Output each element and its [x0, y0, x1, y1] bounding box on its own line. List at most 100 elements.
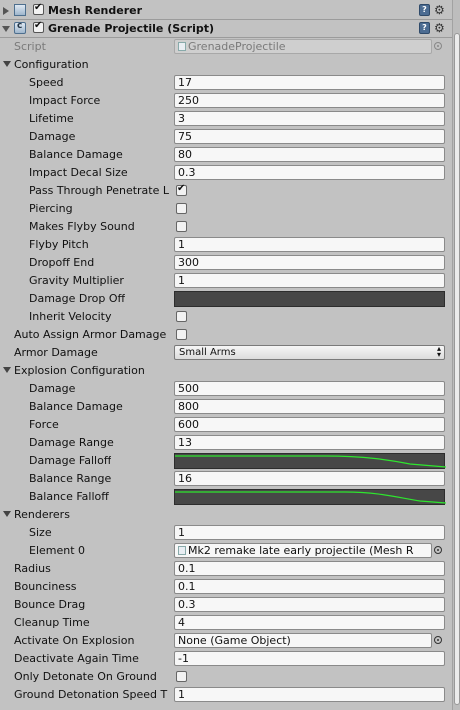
- gear-icon[interactable]: ⚙: [434, 3, 445, 17]
- makes-flyby-sound-row: Makes Flyby Sound: [0, 218, 452, 236]
- bounciness-field[interactable]: 0.1: [174, 579, 445, 594]
- damage-drop-off-row: Damage Drop Off: [0, 290, 452, 308]
- flyby-pitch-field[interactable]: 1: [174, 237, 445, 252]
- impact-decal-size-field[interactable]: 0.3: [174, 165, 445, 180]
- damage-drop-off-curve[interactable]: [174, 291, 445, 307]
- armor-damage-dropdown[interactable]: Small Arms ▴ ▾: [174, 345, 445, 360]
- renderers-label: Renderers: [14, 508, 70, 521]
- foldout-expanded-icon[interactable]: [3, 61, 11, 67]
- dropoff-end-field[interactable]: 300: [174, 255, 445, 270]
- deactivate-again-time-field[interactable]: -1: [174, 651, 445, 666]
- speed-field[interactable]: 17: [174, 75, 445, 90]
- ground-detonation-speed-label: Ground Detonation Speed T: [14, 688, 168, 701]
- balance-falloff-label: Balance Falloff: [29, 490, 109, 503]
- scrollbar-thumb[interactable]: [454, 33, 460, 705]
- explosion-configuration-label: Explosion Configuration: [14, 364, 145, 377]
- damage-falloff-curve[interactable]: [174, 453, 446, 469]
- damage-drop-off-label: Damage Drop Off: [29, 292, 126, 305]
- balance-falloff-curve-line: [175, 491, 446, 504]
- script-component-title: Grenade Projectile (Script): [48, 22, 215, 35]
- damage-range-label: Damage Range: [29, 436, 114, 449]
- damage-row: Damage 75: [0, 128, 452, 146]
- balance-range-field[interactable]: 16: [174, 471, 445, 486]
- damage-range-field[interactable]: 13: [174, 435, 445, 450]
- mesh-renderer-title: Mesh Renderer: [48, 4, 143, 17]
- damage-field[interactable]: 75: [174, 129, 445, 144]
- balance-range-row: Balance Range 16: [0, 470, 452, 488]
- gravity-multiplier-field[interactable]: 1: [174, 273, 445, 288]
- balance-falloff-curve[interactable]: [174, 489, 446, 505]
- armor-damage-value: Small Arms: [179, 347, 236, 358]
- radius-label: Radius: [14, 562, 51, 575]
- gravity-multiplier-label: Gravity Multiplier: [29, 274, 124, 287]
- foldout-expanded-icon[interactable]: [3, 511, 11, 517]
- auto-assign-armor-damage-checkbox[interactable]: [176, 329, 187, 340]
- configuration-foldout[interactable]: Configuration: [0, 56, 452, 74]
- renderers-foldout[interactable]: Renderers: [0, 506, 452, 524]
- impact-decal-size-row: Impact Decal Size 0.3: [0, 164, 452, 182]
- flyby-pitch-row: Flyby Pitch 1: [0, 236, 452, 254]
- script-row: Script GrenadeProjectile: [0, 38, 452, 56]
- damage-falloff-row: Damage Falloff: [0, 452, 452, 470]
- dropdown-arrows-icon: ▴ ▾: [436, 344, 441, 359]
- radius-field[interactable]: 0.1: [174, 561, 445, 576]
- impact-force-label: Impact Force: [29, 94, 101, 107]
- help-icon[interactable]: ?: [419, 22, 430, 34]
- object-picker-icon: [434, 42, 442, 50]
- script-component-header[interactable]: Grenade Projectile (Script) ? ⚙: [0, 20, 452, 38]
- ground-detonation-speed-field[interactable]: 1: [174, 687, 445, 702]
- mesh-renderer-enabled-checkbox[interactable]: [33, 2, 44, 15]
- lifetime-field[interactable]: 3: [174, 111, 445, 126]
- inherit-velocity-label: Inherit Velocity: [29, 310, 112, 323]
- explosion-damage-field[interactable]: 500: [174, 381, 445, 396]
- mesh-renderer-header[interactable]: Mesh Renderer ? ⚙: [0, 2, 452, 20]
- force-field[interactable]: 600: [174, 417, 445, 432]
- inherit-velocity-checkbox[interactable]: [176, 311, 187, 322]
- makes-flyby-sound-checkbox[interactable]: [176, 221, 187, 232]
- lifetime-row: Lifetime 3: [0, 110, 452, 128]
- foldout-expanded-icon[interactable]: [3, 367, 11, 373]
- vertical-scrollbar[interactable]: [452, 0, 460, 710]
- cleanup-time-field[interactable]: 4: [174, 615, 445, 630]
- pass-through-checkbox[interactable]: [176, 183, 187, 196]
- speed-row: Speed 17: [0, 74, 452, 92]
- flyby-pitch-label: Flyby Pitch: [29, 238, 89, 251]
- gravity-multiplier-row: Gravity Multiplier 1: [0, 272, 452, 290]
- foldout-collapsed-icon[interactable]: [3, 7, 9, 15]
- foldout-expanded-icon[interactable]: [2, 26, 10, 32]
- makes-flyby-sound-label: Makes Flyby Sound: [29, 220, 135, 233]
- only-detonate-on-ground-checkbox[interactable]: [176, 671, 187, 682]
- damage-range-row: Damage Range 13: [0, 434, 452, 452]
- dropoff-end-label: Dropoff End: [29, 256, 95, 269]
- element-0-label: Element 0: [29, 544, 86, 557]
- armor-damage-label: Armor Damage: [14, 346, 98, 359]
- script-enabled-checkbox[interactable]: [33, 20, 44, 33]
- explosion-configuration-foldout[interactable]: Explosion Configuration: [0, 362, 452, 380]
- element-0-field[interactable]: Mk2 remake late early projectile (Mesh R: [174, 543, 432, 558]
- damage-falloff-curve-line: [175, 455, 446, 468]
- impact-force-field[interactable]: 250: [174, 93, 445, 108]
- piercing-label: Piercing: [29, 202, 73, 215]
- inherit-velocity-row: Inherit Velocity: [0, 308, 452, 326]
- gear-icon[interactable]: ⚙: [434, 21, 445, 35]
- explosion-balance-damage-field[interactable]: 800: [174, 399, 445, 414]
- piercing-checkbox[interactable]: [176, 203, 187, 214]
- balance-damage-field[interactable]: 80: [174, 147, 445, 162]
- mesh-renderer-icon: [178, 546, 186, 555]
- cleanup-time-row: Cleanup Time 4: [0, 614, 452, 632]
- renderers-size-field[interactable]: 1: [174, 525, 445, 540]
- bounciness-row: Bounciness 0.1: [0, 578, 452, 596]
- script-label: Script: [14, 40, 46, 53]
- object-picker-icon[interactable]: [434, 546, 442, 554]
- explosion-damage-label: Damage: [29, 382, 76, 395]
- bounce-drag-field[interactable]: 0.3: [174, 597, 445, 612]
- bounciness-label: Bounciness: [14, 580, 77, 593]
- script-field: GrenadeProjectile: [174, 39, 432, 54]
- damage-label: Damage: [29, 130, 76, 143]
- bounce-drag-row: Bounce Drag 0.3: [0, 596, 452, 614]
- activate-on-explosion-row: Activate On Explosion None (Game Object): [0, 632, 452, 650]
- object-picker-icon[interactable]: [434, 636, 442, 644]
- renderers-size-label: Size: [29, 526, 52, 539]
- activate-on-explosion-field[interactable]: None (Game Object): [174, 633, 432, 648]
- help-icon[interactable]: ?: [419, 4, 430, 16]
